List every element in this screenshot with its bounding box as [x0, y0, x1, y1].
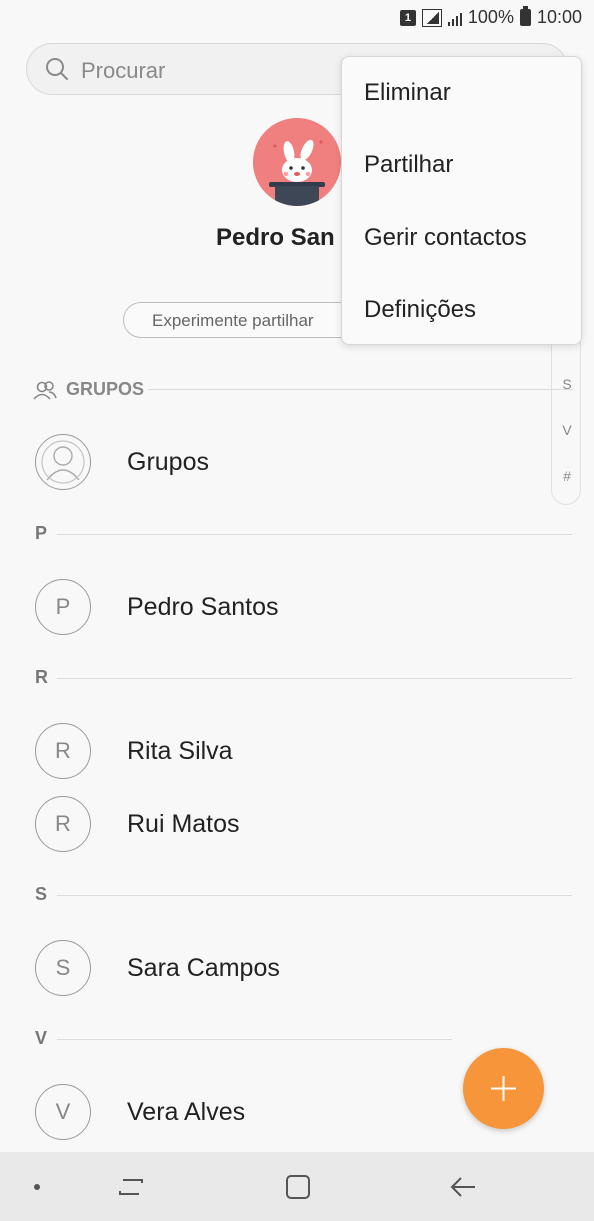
contact-row[interactable]: R Rui Matos: [0, 793, 594, 855]
navigation-bar: [0, 1152, 594, 1221]
section-header-p: P: [35, 523, 573, 547]
menu-item-label: Gerir contactos: [364, 224, 527, 251]
groups-icon: [33, 381, 57, 400]
overflow-menu: Eliminar Partilhar Gerir contactos Defin…: [341, 56, 582, 345]
recent-apps-icon[interactable]: [117, 1174, 145, 1200]
section-letter: V: [35, 1028, 48, 1048]
signal-sim1-icon: [421, 8, 442, 27]
groups-row-label: Grupos: [127, 448, 209, 476]
battery-icon: [519, 6, 531, 26]
groups-avatar: [35, 434, 91, 490]
home-icon[interactable]: [285, 1174, 311, 1200]
menu-item-label: Partilhar: [364, 151, 454, 178]
divider: [57, 534, 572, 535]
rabbit-in-hat-icon: [253, 118, 341, 206]
contact-name: Vera Alves: [127, 1098, 246, 1126]
contact-row[interactable]: R Rita Silva: [0, 720, 594, 782]
contact-initial-avatar: S: [35, 940, 91, 996]
section-letter: S: [35, 884, 48, 904]
contact-initial-avatar: R: [35, 796, 91, 852]
status-bar: 1 100% 10:00: [0, 0, 594, 36]
nav-dot-icon[interactable]: [34, 1184, 40, 1190]
clock: 10:00: [536, 7, 582, 27]
back-icon[interactable]: [449, 1174, 477, 1200]
menu-item-share[interactable]: Partilhar: [342, 129, 583, 201]
menu-item-settings[interactable]: Definições: [342, 274, 583, 346]
contact-row[interactable]: P Pedro Santos: [0, 576, 594, 638]
menu-item-label: Definições: [364, 296, 477, 323]
contact-initial-avatar: P: [35, 579, 91, 635]
profile-avatar[interactable]: [253, 118, 341, 206]
groups-section-header: GRUPOS: [33, 378, 573, 402]
section-header-s: S: [35, 884, 573, 908]
signal-strength-icon: [447, 10, 462, 26]
contact-name: Rita Silva: [127, 737, 233, 765]
sim-indicator: 1: [399, 9, 416, 26]
section-letter: P: [35, 523, 48, 543]
contact-initial-avatar: V: [35, 1084, 91, 1140]
group-avatar-icon: [41, 440, 85, 484]
search-icon: [46, 58, 68, 80]
divider: [57, 1039, 452, 1040]
contact-name: Sara Campos: [127, 954, 280, 982]
contact-initial-avatar: R: [35, 723, 91, 779]
share-profile-button[interactable]: Experimente partilhar: [123, 302, 363, 338]
divider: [57, 678, 572, 679]
menu-item-delete[interactable]: Eliminar: [342, 57, 583, 129]
divider: [148, 389, 573, 390]
search-placeholder: Procurar: [81, 58, 166, 83]
groups-header-label: GRUPOS: [66, 379, 145, 399]
menu-item-manage-contacts[interactable]: Gerir contactos: [342, 202, 583, 274]
contact-name: Pedro Santos: [127, 593, 279, 621]
section-header-r: R: [35, 667, 573, 691]
menu-item-label: Eliminar: [364, 79, 451, 106]
battery-percent: 100%: [467, 7, 514, 27]
plus-icon: [491, 1076, 516, 1101]
divider: [57, 895, 572, 896]
groups-row[interactable]: Grupos: [0, 431, 594, 493]
contact-name: Rui Matos: [127, 810, 240, 838]
add-contact-button[interactable]: [463, 1048, 544, 1129]
contact-row[interactable]: S Sara Campos: [0, 937, 594, 999]
profile-name[interactable]: Pedro San: [216, 224, 335, 252]
section-letter: R: [35, 667, 48, 687]
share-profile-label: Experimente partilhar: [152, 311, 314, 330]
